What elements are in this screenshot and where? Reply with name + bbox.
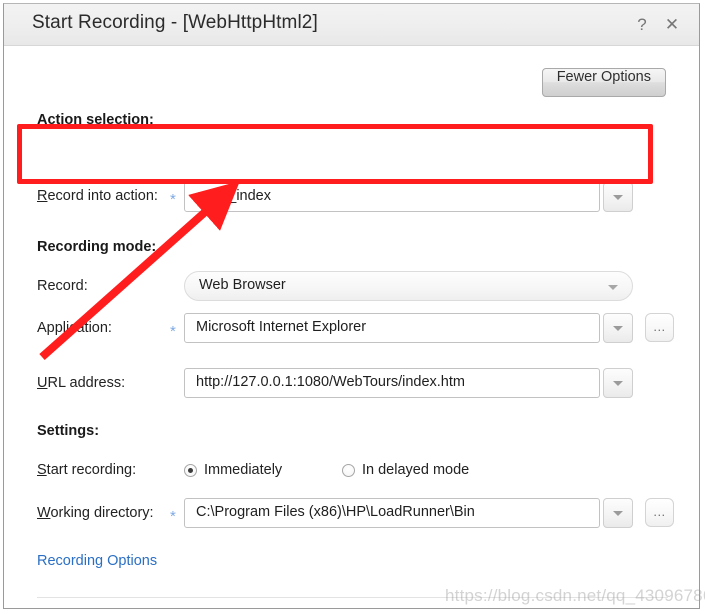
chevron-down-icon [613,511,623,516]
ellipsis-icon: ... [653,504,666,519]
working-directory-browse-button[interactable]: ... [645,498,674,527]
working-directory-input[interactable]: C:\Program Files (x86)\HP\LoadRunner\Bin [184,498,600,528]
chevron-down-icon [613,381,623,386]
record-into-action-label: Record into action: [37,188,158,204]
url-address-label-rest: RL address: [47,375,126,391]
record-value: Web Browser [199,277,286,293]
url-address-label-accel: U [37,375,48,391]
application-label: Application: [37,320,112,336]
record-into-action-value: open_index [196,188,271,204]
start-recording-label-rest: tart recording: [46,462,137,478]
application-required-marker: * [170,323,176,340]
recording-mode-heading: Recording mode: [37,239,157,255]
chevron-down-icon [613,195,623,200]
working-directory-label: Working directory: [37,505,154,521]
record-dropdown[interactable]: Web Browser [184,271,633,301]
radio-in-delayed-mode-label: In delayed mode [362,462,470,478]
record-into-action-label-accel: R [37,188,48,204]
url-address-dropdown-button[interactable] [603,368,633,398]
record-label: Record: [37,278,88,294]
dialog-titlebar: Start Recording - [WebHttpHtml2] ? ✕ [4,4,699,46]
help-icon[interactable]: ? [631,14,653,36]
start-recording-label: Start recording: [37,462,136,478]
chevron-down-icon [613,326,623,331]
working-directory-value: C:\Program Files (x86)\HP\LoadRunner\Bin [196,504,475,520]
recording-options-link[interactable]: Recording Options [37,553,157,569]
record-into-action-dropdown-button[interactable] [603,182,633,212]
close-icon[interactable]: ✕ [661,14,683,36]
working-directory-dropdown-button[interactable] [603,498,633,528]
fewer-options-button[interactable]: Fewer Options [541,68,666,97]
application-value: Microsoft Internet Explorer [196,319,367,335]
footer-divider [37,597,668,598]
record-into-action-required-marker: * [170,191,176,208]
record-into-action-label-rest: ecord into action: [47,188,158,204]
radio-immediately-indicator [184,464,197,477]
application-browse-button[interactable]: ... [645,313,674,342]
working-directory-label-rest: orking directory: [50,505,154,521]
url-address-value: http://127.0.0.1:1080/WebTours/index.htm [196,374,465,390]
url-address-label: URL address: [37,375,125,391]
url-address-input[interactable]: http://127.0.0.1:1080/WebTours/index.htm [184,368,600,398]
action-selection-heading: Action selection: [37,112,154,128]
start-recording-dialog: Start Recording - [WebHttpHtml2] ? ✕ Few… [3,3,700,609]
radio-immediately-label: Immediately [204,462,283,478]
dialog-title: Start Recording - [WebHttpHtml2] [32,12,318,33]
working-directory-required-marker: * [170,508,176,525]
application-dropdown-button[interactable] [603,313,633,343]
application-input[interactable]: Microsoft Internet Explorer [184,313,600,343]
settings-heading: Settings: [37,423,100,439]
record-into-action-input[interactable]: open_index [184,182,600,212]
working-directory-label-accel: W [37,505,51,521]
chevron-down-icon [608,285,618,290]
start-recording-label-accel: S [37,462,47,478]
dialog-content: Fewer Options Action selection: Record i… [4,46,699,608]
ellipsis-icon: ... [653,319,666,334]
radio-in-delayed-mode-indicator [342,464,355,477]
